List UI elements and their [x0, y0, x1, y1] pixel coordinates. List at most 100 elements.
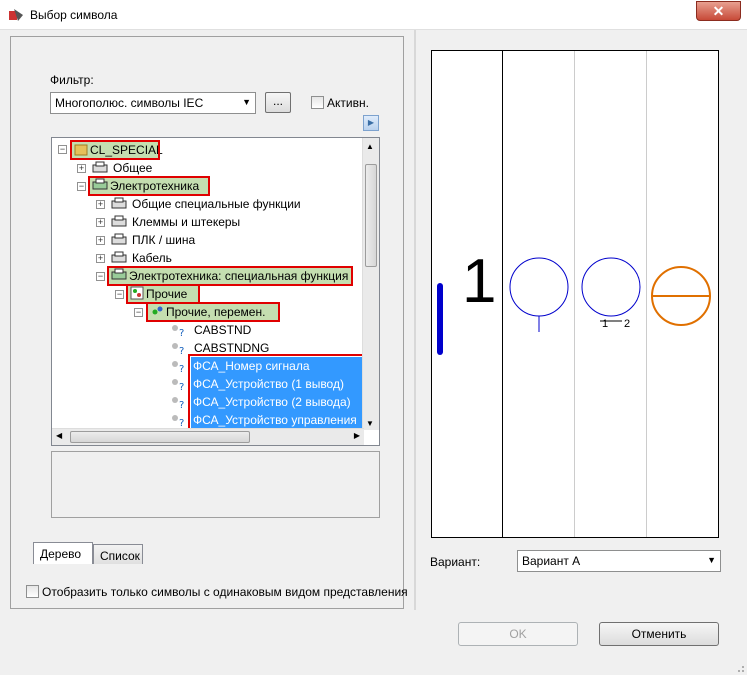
scroll-up-icon[interactable]: ▲ [366, 142, 374, 151]
tree-item-label: Прочие [126, 284, 200, 304]
filter-dropdown[interactable]: Многополюс. символы IEC ▼ [50, 92, 256, 114]
tree-item-label: Прочие, перемен. [146, 302, 280, 322]
symbol-question-icon: ? [172, 415, 184, 427]
tree-item-other-var[interactable]: − Прочие, перемен. [52, 302, 362, 322]
signal-bar-symbol [437, 283, 443, 355]
tree-item-other[interactable]: − Прочие [52, 284, 362, 304]
tab-list[interactable]: Список [93, 544, 143, 564]
tree-horizontal-scrollbar[interactable]: ◀ ▶ [52, 428, 364, 445]
tree-item-label: CL_SPECIAL [70, 140, 163, 160]
collapse-icon[interactable]: − [134, 308, 143, 317]
printer-icon [111, 197, 127, 209]
chevron-down-icon: ▼ [242, 97, 251, 107]
scroll-down-icon[interactable]: ▼ [366, 419, 374, 428]
expand-icon[interactable]: + [96, 218, 105, 227]
tree-item-device-1pin[interactable]: ? ФСА_Устройство (1 вывод) [52, 375, 362, 393]
pane-divider[interactable] [414, 30, 416, 610]
tree-item-label: ФСА_Устройство (2 вывода) [191, 393, 362, 411]
tree-item-cabstnd[interactable]: ? CABSTND [52, 321, 362, 339]
printer-icon [92, 161, 108, 173]
svg-text:?: ? [179, 328, 184, 337]
preview-column-divider [646, 51, 647, 537]
resize-grip-icon[interactable] [735, 663, 745, 673]
printer-icon [92, 178, 108, 190]
same-view-checkbox[interactable] [26, 585, 39, 598]
expand-icon[interactable]: + [96, 254, 105, 263]
printer-icon [111, 251, 127, 263]
tree-item-general-special[interactable]: + Общие специальные функции [52, 195, 362, 213]
variant-dropdown[interactable]: Вариант A ▼ [517, 550, 721, 572]
tab-tree[interactable]: Дерево [33, 542, 93, 564]
filter-value: Многополюс. символы IEC [55, 96, 204, 110]
description-box [51, 451, 380, 518]
collapse-icon[interactable]: − [96, 272, 105, 281]
svg-text:?: ? [179, 364, 184, 373]
preview-column-divider [574, 51, 575, 537]
tree-item-label: Клеммы и штекеры [132, 215, 241, 229]
filter-settings-button[interactable]: ... [265, 92, 291, 113]
window-title: Выбор символа [30, 8, 118, 22]
tree-item-cl-special[interactable]: − CL_SPECIAL [52, 140, 362, 160]
symbol-question-icon: ? [172, 397, 184, 409]
tree-item-label: ПЛК / шина [132, 233, 196, 247]
scrollbar-thumb[interactable] [365, 164, 377, 267]
collapse-icon[interactable]: − [115, 290, 124, 299]
expand-icon[interactable]: + [77, 164, 86, 173]
tree-item-electrical[interactable]: − Электротехника [52, 176, 362, 196]
tree-item-label: ФСА_Устройство управления [191, 411, 362, 429]
close-button[interactable]: ✕ [696, 1, 741, 21]
collapse-icon[interactable]: − [58, 145, 67, 154]
ok-button[interactable]: OK [458, 622, 578, 646]
scroll-right-icon[interactable]: ▶ [354, 431, 360, 440]
tree-item-signal-number[interactable]: ? ФСА_Номер сигнала [52, 357, 362, 375]
svg-text:?: ? [179, 400, 184, 409]
tree-item-label: ФСА_Номер сигнала [191, 357, 362, 375]
tree-item-label: CABSTND [194, 323, 252, 337]
tree-vertical-scrollbar[interactable]: ▲ ▼ [362, 138, 379, 430]
same-view-label: Отобразить только символы с одинаковым в… [42, 585, 408, 599]
tree-item-cable[interactable]: + Кабель [52, 249, 362, 267]
active-checkbox[interactable] [311, 96, 324, 109]
pin-2-label: 2 [624, 318, 631, 330]
tree-item-label: Электротехника: специальная функция [107, 266, 353, 286]
tree-item-terminals[interactable]: + Клеммы и штекеры [52, 213, 362, 231]
preview-column-divider [502, 51, 503, 537]
tree-item-device-2pin[interactable]: ? ФСА_Устройство (2 вывода) [52, 393, 362, 411]
symbol-tree[interactable]: − CL_SPECIAL + Общее − Электротехника + … [51, 137, 380, 446]
tree-item-control-device[interactable]: ? ФСА_Устройство управления [52, 411, 362, 429]
tree-item-label: Электротехника [88, 176, 210, 196]
collapse-icon[interactable]: − [77, 182, 86, 191]
variant-value: Вариант A [522, 554, 581, 568]
filter-label: Фильтр: [50, 73, 94, 87]
svg-text:?: ? [179, 418, 184, 427]
tree-item-label: CABSTNDNG [194, 341, 270, 355]
chevron-down-icon: ▼ [707, 555, 716, 565]
printer-icon [111, 233, 127, 245]
tree-item-plc[interactable]: + ПЛК / шина [52, 231, 362, 249]
expand-icon[interactable]: + [96, 236, 105, 245]
control-device-symbol [651, 266, 711, 326]
app-icon [9, 9, 23, 21]
scroll-left-icon[interactable]: ◀ [56, 431, 62, 440]
expand-icon[interactable]: + [96, 200, 105, 209]
printer-icon [111, 268, 127, 280]
tree-item-cabstndng[interactable]: ? CABSTNDNG [52, 339, 362, 357]
tree-item-general[interactable]: + Общее [52, 159, 362, 177]
device-2pin-symbol [581, 257, 641, 322]
symbol-group-icon [130, 286, 144, 300]
symbol-question-icon: ? [172, 379, 184, 391]
scrollbar-thumb[interactable] [70, 431, 250, 443]
symbol-question-icon: ? [172, 361, 184, 373]
signal-number-symbol: 1 [462, 247, 497, 316]
variant-label: Вариант: [430, 555, 481, 569]
symbol-preview: 1 1 2 [431, 50, 719, 538]
tree-item-label: Общие специальные функции [132, 197, 301, 211]
symbol-question-icon: ? [172, 343, 184, 355]
play-arrow-icon[interactable]: ▶ [363, 115, 379, 131]
tree-item-electrical-special[interactable]: − Электротехника: специальная функция [52, 266, 362, 286]
device-1pin-symbol [509, 257, 569, 332]
cancel-button[interactable]: Отменить [599, 622, 719, 646]
folder-icon [74, 144, 88, 156]
active-label: Активн. [327, 96, 369, 110]
symbol-question-icon: ? [172, 325, 184, 337]
